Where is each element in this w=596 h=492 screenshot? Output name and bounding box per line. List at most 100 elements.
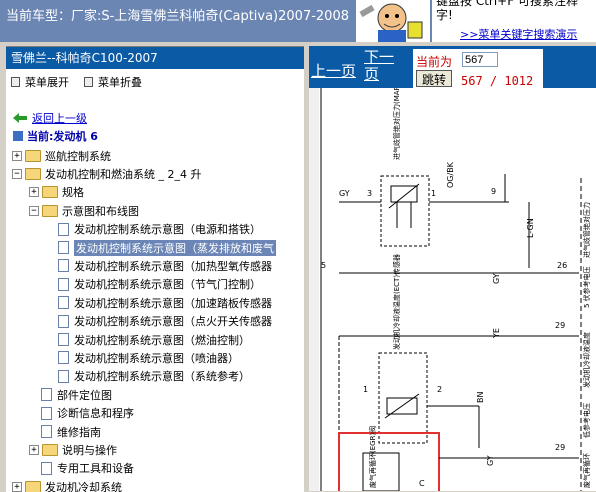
tree-item-label: 巡航控制系统 [45, 149, 111, 163]
pin-26: 26 [557, 261, 567, 270]
next-page-link[interactable]: 下一页 [364, 49, 400, 83]
current-node: 当前:发动机 6 [12, 128, 98, 144]
pin-29: 29 [555, 321, 565, 330]
document-icon [58, 259, 69, 273]
tree-item-label: 发动机控制系统示意图（加热型氧传感器 [74, 259, 272, 273]
vehicle-label: 当前车型：厂家:S-上海雪佛兰科帕奇(Captiva)2007-2008 [6, 9, 349, 24]
pin-3: 3 [367, 189, 372, 198]
page-nav-bar: 上一页 下一页 当前为 跳转 567 / 1012 [309, 46, 596, 88]
pin-9: 9 [491, 187, 496, 196]
prev-page-link[interactable]: 上一页 [311, 60, 356, 81]
document-icon [58, 277, 69, 291]
document-icon [58, 222, 69, 236]
document-icon [58, 333, 69, 346]
tree-item-label: 发动机控制系统示意图（电源和搭铁） [74, 223, 261, 237]
expand-icon[interactable]: + [29, 187, 39, 198]
pin-29b: 29 [555, 443, 565, 452]
tree-item-label: 发动机控制系统示意图（燃油控制） [74, 333, 250, 347]
collapse-icon[interactable]: − [12, 168, 22, 179]
ect-sensor-label: 发动机冷却液温度(ECT)传感器 [392, 254, 401, 350]
ecm-label-4: 低参考电压 [582, 403, 591, 438]
pin-c: C [419, 479, 425, 488]
tree-panel: 雪佛兰--科帕奇C100-2007 菜单展开 菜单折叠 返回上一级 当前:发动机… [6, 46, 304, 492]
tree-item-label: 部件定位图 [57, 388, 112, 402]
tree-item-label: 维修指南 [57, 425, 101, 439]
wire-gy-2: GY [492, 273, 501, 284]
document-icon [41, 425, 52, 438]
expand-icon[interactable]: + [12, 150, 22, 161]
scrollbar[interactable] [309, 88, 319, 491]
current-label: 当前为 [416, 55, 453, 69]
collapse-icon[interactable]: − [29, 205, 39, 216]
tree-item[interactable]: + 巡航控制系统 [12, 147, 111, 164]
diagram-panel: 上一页 下一页 当前为 跳转 567 / 1012 进气歧管绝对压力(MAP)传… [309, 46, 596, 491]
tree-item-label: 发动机冷却系统 [45, 480, 122, 492]
tree-item-label: 发动机控制系统示意图（蒸发排放和废气 [74, 239, 276, 256]
collapse-all-button[interactable]: 菜单折叠 [84, 74, 142, 90]
pin-2: 2 [437, 385, 442, 394]
tree-item-label: 说明与操作 [62, 443, 117, 457]
document-icon [58, 369, 69, 383]
expand-all-button[interactable]: 菜单展开 [11, 74, 69, 90]
ecm-label-2: 5 伏参考电压 [582, 266, 591, 308]
page-input[interactable] [462, 52, 498, 67]
folder-icon [25, 167, 41, 180]
tree-item-label: 发动机控制系统示意图（节气门控制） [74, 278, 261, 292]
wire-gy-1: GY [339, 189, 350, 198]
tree-item[interactable]: 专用工具和设备 [29, 460, 134, 477]
wire-og-bk: OG/BK [446, 161, 455, 188]
ecm-label-5: 废气再循环 [582, 453, 591, 488]
tree-item-label: 发动机控制系统示意图（点火开关传感器 [74, 315, 272, 329]
map-sensor-label: 进气歧管绝对压力(MAP)传感器 [392, 88, 401, 160]
page-box: 当前为 跳转 567 / 1012 [413, 49, 543, 88]
tree-item[interactable]: 发动机控制系统示意图（蒸发排放和废气 [46, 239, 276, 256]
document-icon [58, 314, 69, 328]
menu-icon [11, 77, 20, 87]
folder-icon [42, 443, 58, 456]
tree-item-label: 规格 [62, 186, 84, 200]
tree-item[interactable]: 诊断信息和程序 [29, 405, 134, 422]
tree-item[interactable]: + 说明与操作 [29, 441, 117, 458]
back-arrow-icon [13, 113, 27, 123]
current-icon [13, 131, 23, 141]
tree-item-label: 示意图和布线图 [62, 204, 139, 218]
document-icon [58, 241, 69, 254]
tree-item[interactable]: 发动机控制系统示意图（电源和搭铁） [46, 221, 261, 238]
tree-title: 雪佛兰--科帕奇C100-2007 [6, 47, 304, 69]
tree-item[interactable]: + 发动机冷却系统 [12, 478, 122, 492]
tree-item[interactable]: − 发动机控制和燃油系统 _ 2_4 升 [12, 165, 202, 182]
page-count: 567 / 1012 [461, 74, 534, 88]
wiring-diagram[interactable]: 进气歧管绝对压力(MAP)传感器 GY 3 1 OG/BK 9 L-GN GY … [319, 88, 596, 491]
tree-item[interactable]: 维修指南 [29, 423, 101, 440]
tree-item[interactable]: 发动机控制系统示意图（系统参考） [46, 368, 250, 385]
tree-item-label: 发动机控制和燃油系统 _ 2_4 升 [45, 167, 202, 181]
tree-item[interactable]: 发动机控制系统示意图（燃油控制） [46, 331, 250, 348]
folder-icon [25, 480, 41, 492]
search-demo-link[interactable]: >>菜单关键字搜索演示 [460, 26, 577, 42]
document-icon [58, 296, 69, 310]
jump-button[interactable]: 跳转 [416, 70, 452, 87]
tree-item[interactable]: 部件定位图 [29, 386, 112, 403]
tree-item[interactable]: 发动机控制系统示意图（节气门控制） [46, 276, 261, 293]
tree-item[interactable]: 发动机控制系统示意图（喷油器） [46, 349, 239, 366]
document-icon [41, 461, 52, 475]
tree-item-label: 专用工具和设备 [57, 462, 134, 476]
tip-text: 键盘按 Ctrl+F 可搜索注释 字! [436, 0, 578, 22]
tree-item[interactable]: 发动机控制系统示意图（点火开关传感器 [46, 313, 272, 330]
tree-item-label: 诊断信息和程序 [57, 407, 134, 421]
wire-bn: BN [476, 392, 485, 403]
back-link[interactable]: 返回上一级 [12, 110, 87, 126]
tree-item[interactable]: + 规格 [29, 184, 84, 201]
expand-icon[interactable]: + [12, 481, 22, 492]
mascot-image [356, 0, 430, 42]
pin-1a: 1 [431, 189, 436, 198]
tree-item[interactable]: 发动机控制系统示意图（加热型氧传感器 [46, 257, 272, 274]
tree-item-label: 发动机控制系统示意图（加速踏板传感器 [74, 296, 272, 310]
tree-item[interactable]: − 示意图和布线图 [29, 202, 139, 219]
folder-icon [42, 204, 58, 217]
folder-icon [25, 149, 41, 162]
document-icon [41, 406, 52, 420]
folder-icon [42, 186, 58, 199]
expand-icon[interactable]: + [29, 444, 39, 455]
tree-item[interactable]: 发动机控制系统示意图（加速踏板传感器 [46, 294, 272, 311]
